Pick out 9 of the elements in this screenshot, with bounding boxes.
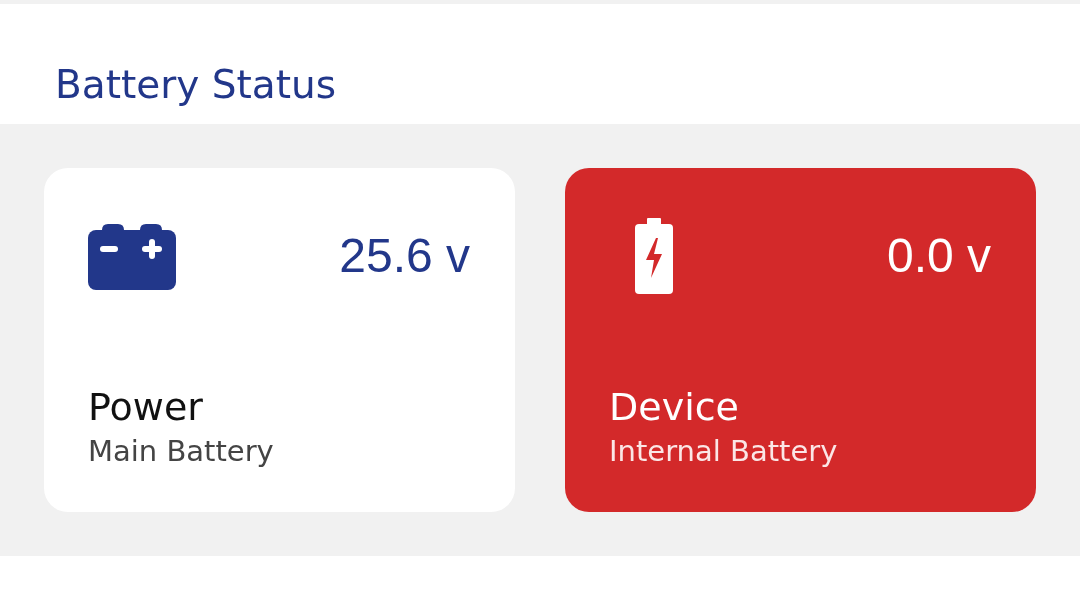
card-subtitle: Internal Battery	[609, 433, 838, 469]
page-title: Battery Status	[55, 62, 337, 108]
card-subtitle: Main Battery	[88, 433, 274, 469]
charging-battery-icon	[635, 218, 673, 294]
voltage-reading: 0.0 v	[886, 228, 991, 284]
card-title: Power	[88, 385, 203, 429]
card-title: Device	[609, 385, 739, 429]
voltage-reading: 25.6 v	[339, 228, 470, 284]
car-battery-icon	[88, 222, 176, 290]
